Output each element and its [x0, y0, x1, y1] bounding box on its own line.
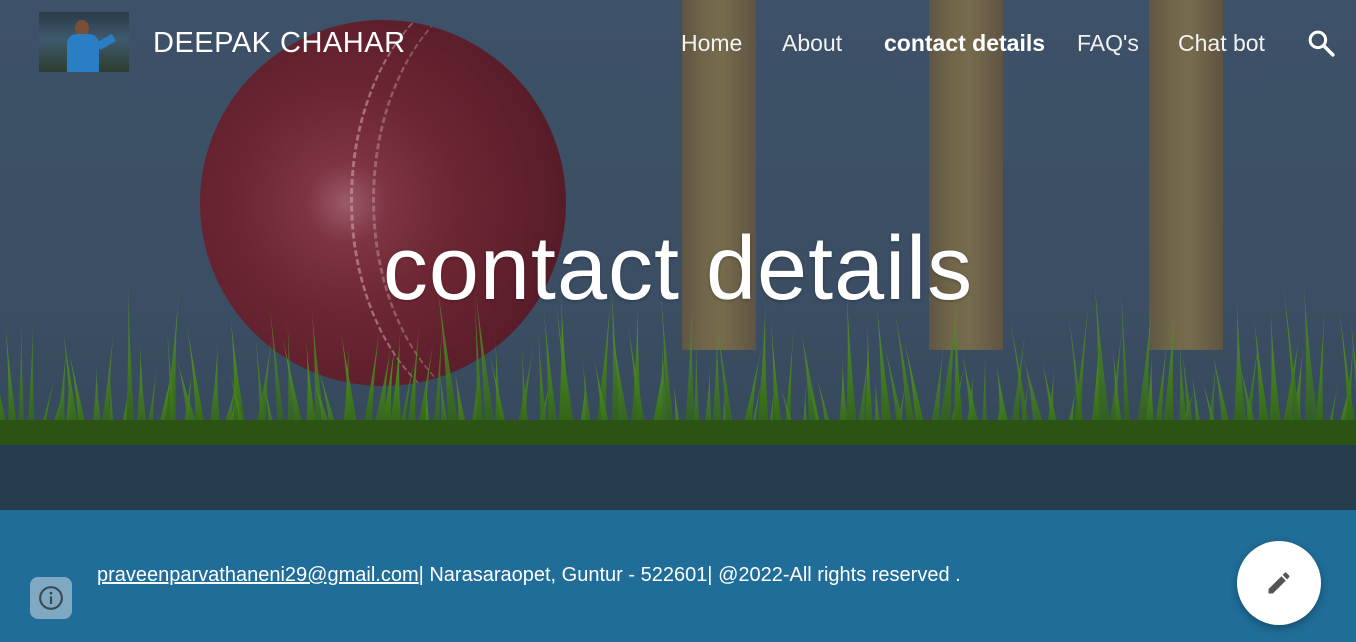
- pencil-icon: [1268, 572, 1290, 594]
- nav-about[interactable]: About: [782, 30, 842, 57]
- site-logo[interactable]: [39, 12, 129, 72]
- site-header: DEEPAK CHAHAR Home About contact details…: [0, 0, 1356, 86]
- footer-address-copyright: | Narasaraopet, Guntur - 522601| @2022-A…: [418, 564, 961, 586]
- site-footer: praveenparvathaneni29@gmail.com| Narasar…: [0, 510, 1356, 642]
- edit-button[interactable]: [1237, 541, 1321, 625]
- info-button[interactable]: [30, 577, 72, 619]
- footer-text: praveenparvathaneni29@gmail.com| Narasar…: [97, 564, 961, 587]
- nav-contact-details[interactable]: contact details: [884, 30, 1045, 57]
- hero-bottom-band: [0, 445, 1356, 510]
- search-icon[interactable]: [1306, 28, 1336, 58]
- nav-faqs[interactable]: FAQ's: [1077, 30, 1139, 57]
- footer-email-link[interactable]: praveenparvathaneni29@gmail.com: [97, 564, 419, 586]
- nav-chat-bot[interactable]: Chat bot: [1178, 30, 1265, 57]
- nav-home[interactable]: Home: [681, 30, 742, 57]
- info-icon: [39, 586, 63, 610]
- page-title: contact details: [382, 219, 974, 319]
- site-title[interactable]: DEEPAK CHAHAR: [153, 27, 406, 60]
